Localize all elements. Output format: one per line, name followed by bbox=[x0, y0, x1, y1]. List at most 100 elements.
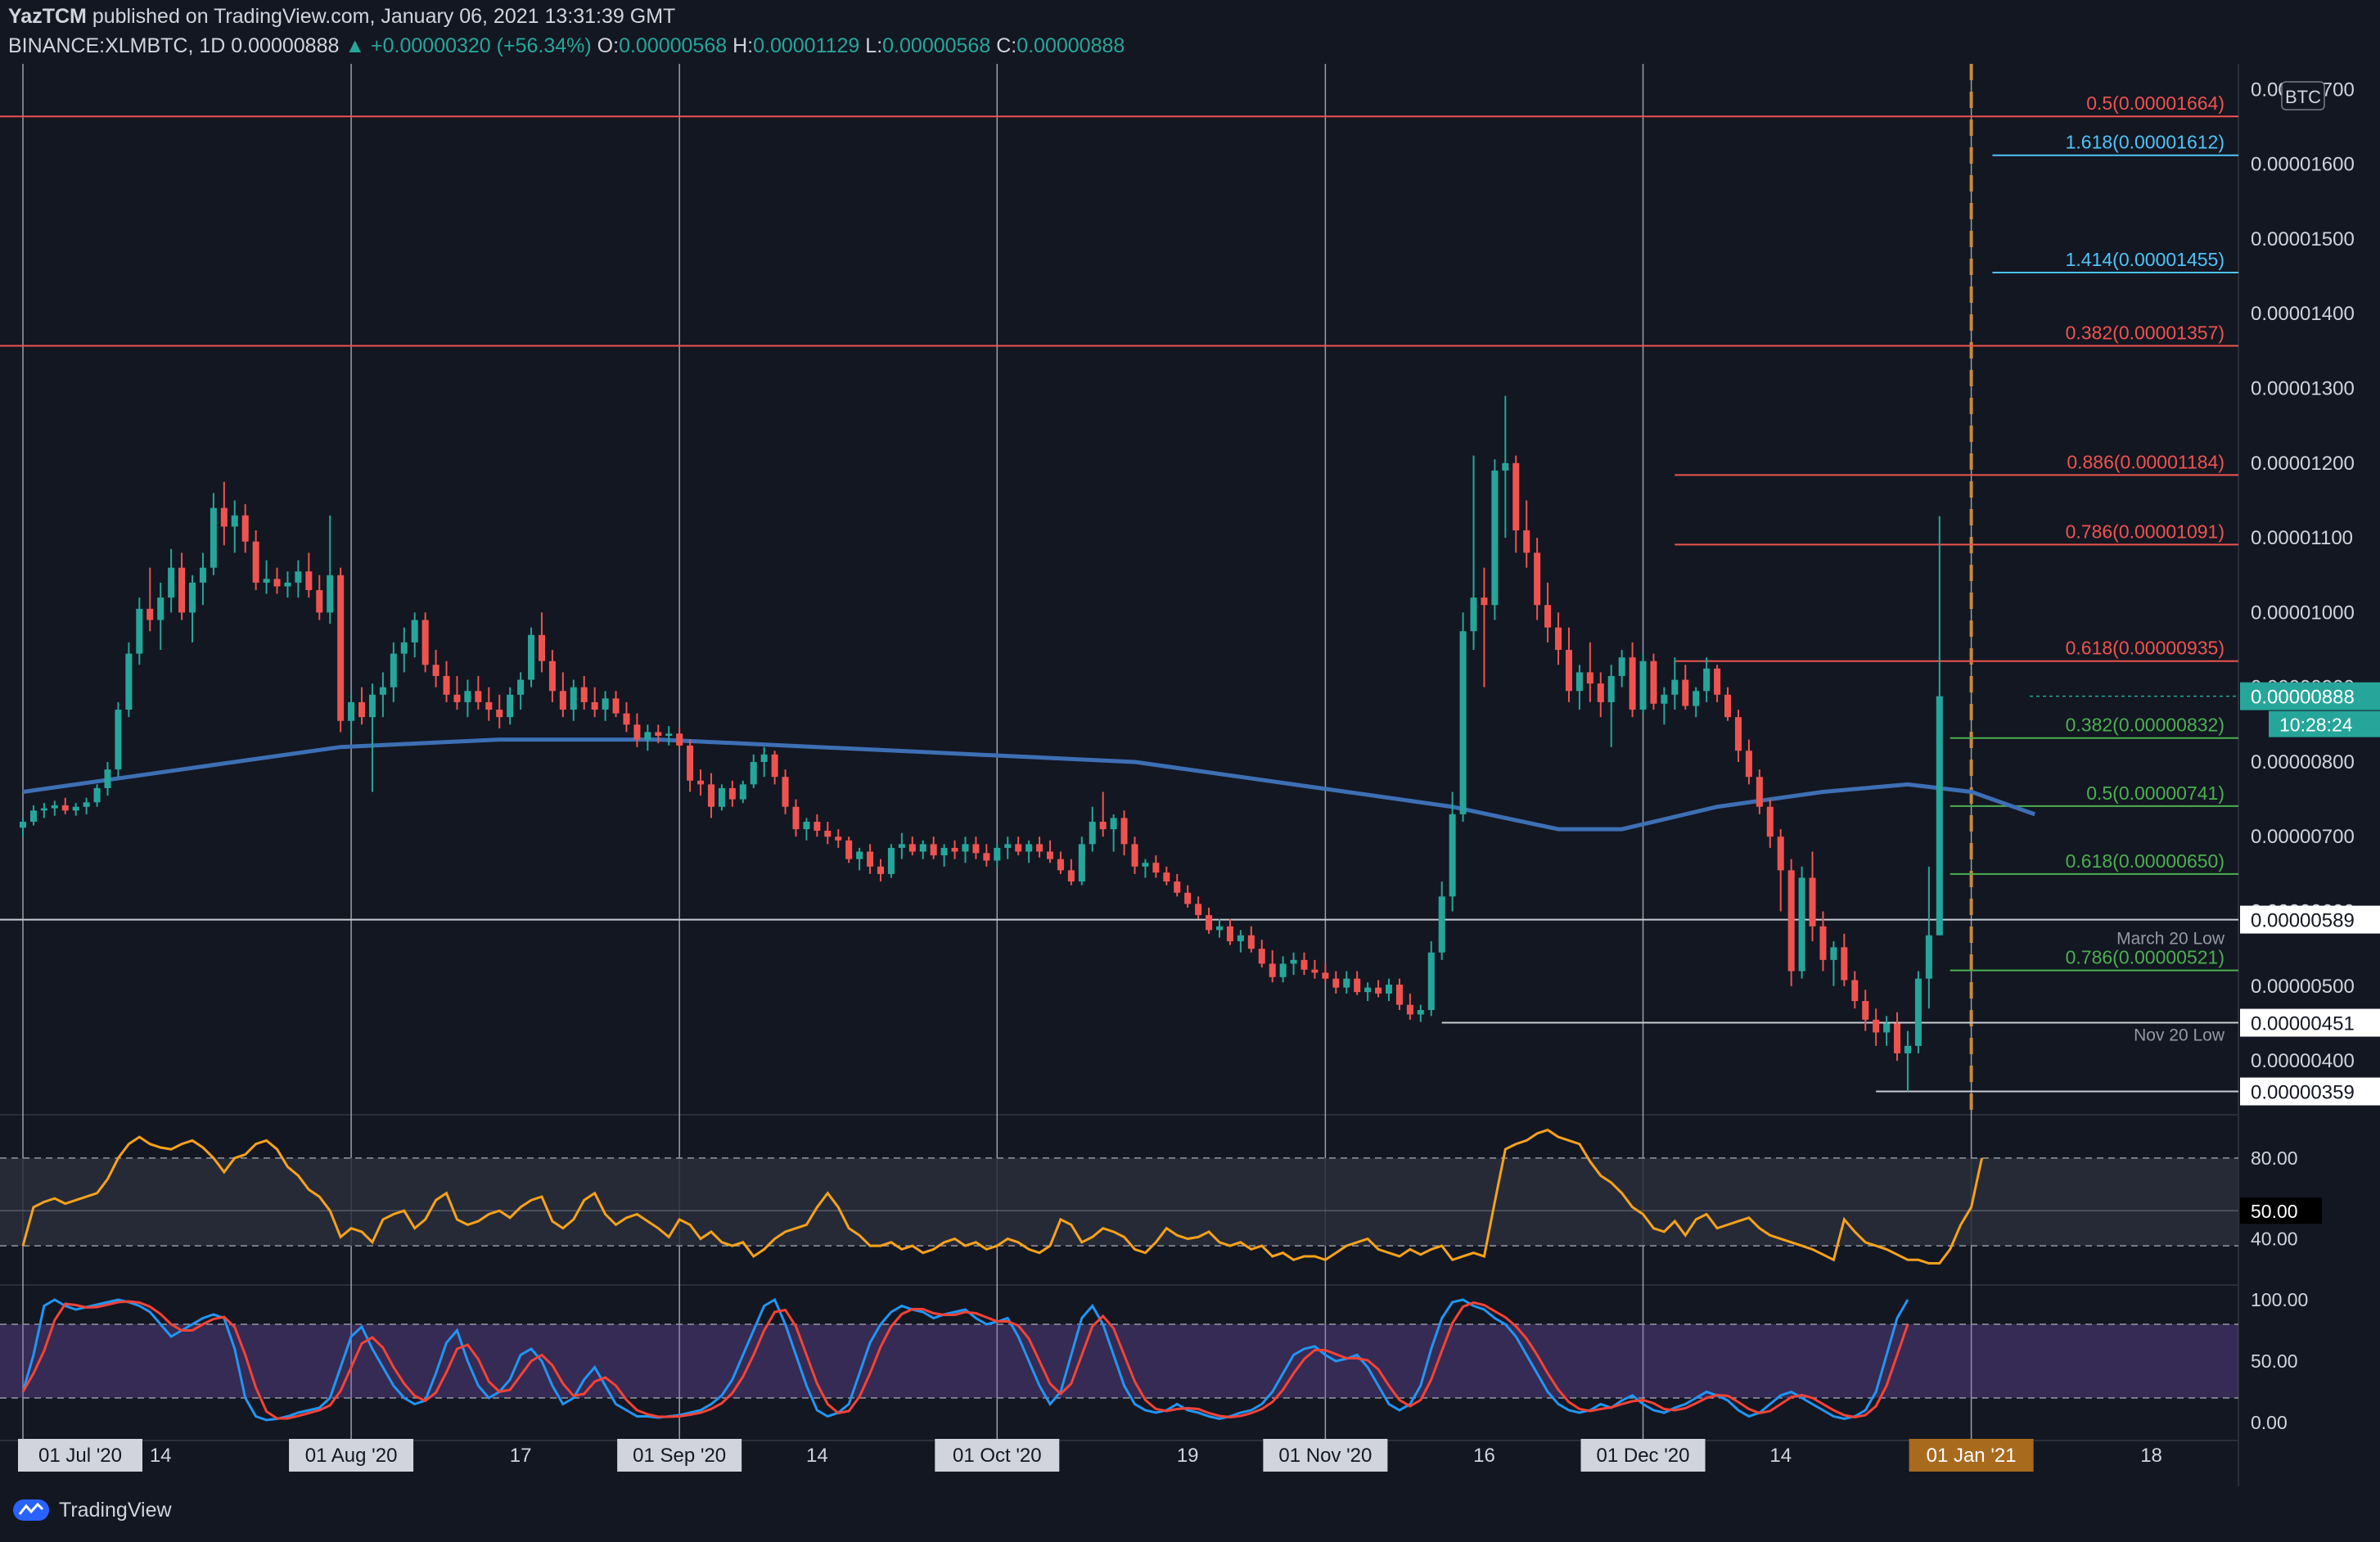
candle-body bbox=[845, 840, 853, 859]
candle-body bbox=[125, 653, 133, 710]
candle-body bbox=[962, 844, 969, 852]
candle-body bbox=[951, 847, 958, 852]
candle-body bbox=[1152, 863, 1160, 873]
candle-body bbox=[771, 754, 778, 778]
candle-body bbox=[1682, 679, 1689, 706]
fib-level-label: 0.5(0.00001664) bbox=[2086, 92, 2224, 114]
candle-body bbox=[443, 675, 450, 695]
candle-body bbox=[252, 541, 259, 583]
candle-body bbox=[1258, 949, 1265, 964]
price-tick-label: 0.00000400 bbox=[2251, 1050, 2355, 1072]
candle-body bbox=[1618, 657, 1625, 676]
candle-body bbox=[835, 836, 842, 841]
candle-body bbox=[136, 608, 143, 654]
price-tick-label: 0.00001100 bbox=[2251, 527, 2353, 549]
candle-body bbox=[898, 844, 905, 848]
time-tick-label: 01 Dec '20 bbox=[1597, 1445, 1690, 1467]
candle-body bbox=[1078, 844, 1085, 882]
price-chart[interactable]: 0.5(0.00001664) 1.618(0.00001612) 1.414(0.… bbox=[0, 0, 2380, 1486]
time-tick-label: 01 Nov '20 bbox=[1278, 1445, 1372, 1467]
candle-body bbox=[803, 821, 810, 830]
candle-body bbox=[782, 777, 789, 807]
candle-body bbox=[1894, 1023, 1901, 1053]
candle-body bbox=[633, 724, 641, 740]
candle-body bbox=[697, 780, 705, 785]
candle-body bbox=[1873, 1019, 1880, 1033]
fib-level-label: 0.5(0.00000741) bbox=[2086, 782, 2224, 804]
candle-body bbox=[1057, 859, 1064, 871]
candle-body bbox=[432, 665, 439, 676]
candle-body bbox=[1841, 947, 1848, 981]
time-tick-label: 14 bbox=[1769, 1445, 1792, 1467]
candle-body bbox=[1163, 872, 1170, 882]
candle-body bbox=[475, 691, 482, 702]
candle-body bbox=[453, 694, 461, 702]
candle-body bbox=[348, 701, 355, 721]
time-tick-label: 01 Jul '20 bbox=[38, 1445, 122, 1467]
candle-body bbox=[908, 844, 916, 852]
rsi-value-text: 50.00 bbox=[2251, 1201, 2298, 1222]
candle-body bbox=[178, 567, 186, 613]
candle-body bbox=[263, 579, 270, 583]
candle-body bbox=[1523, 530, 1530, 553]
candle-body bbox=[241, 515, 249, 542]
candle-body bbox=[602, 698, 609, 710]
candle-body bbox=[940, 847, 948, 856]
candle-body bbox=[1311, 969, 1318, 973]
candle-body bbox=[1851, 980, 1859, 1002]
candle-body bbox=[760, 754, 768, 762]
candle-body bbox=[739, 784, 746, 800]
time-tick-label: 01 Jan '21 bbox=[1927, 1445, 2017, 1467]
candle-body bbox=[368, 694, 376, 718]
candle-body bbox=[157, 597, 165, 620]
tradingview-logo[interactable]: TradingView bbox=[13, 1498, 172, 1522]
candle-body bbox=[1247, 935, 1255, 949]
candle-body bbox=[1099, 821, 1107, 830]
candle-body bbox=[273, 579, 281, 587]
candle-body bbox=[1777, 836, 1784, 871]
candle-body bbox=[1491, 470, 1499, 606]
candle-body bbox=[400, 642, 408, 654]
candle-body bbox=[994, 847, 1001, 861]
candle-body bbox=[1375, 987, 1382, 994]
time-tick-label: 01 Oct '20 bbox=[953, 1445, 1042, 1467]
stoch-tick-label: 50.00 bbox=[2251, 1350, 2298, 1372]
time-tick-label: 19 bbox=[1177, 1445, 1199, 1467]
countdown-text: 10:28:24 bbox=[2279, 715, 2353, 736]
candle-body bbox=[1237, 935, 1244, 942]
candle-body bbox=[316, 590, 323, 613]
candle-body bbox=[1914, 978, 1922, 1046]
rsi-tick-label: 80.00 bbox=[2251, 1147, 2298, 1169]
candle-body bbox=[1883, 1023, 1891, 1033]
brand-name: TradingView bbox=[59, 1498, 172, 1522]
candle-body bbox=[1830, 947, 1837, 960]
candle-body bbox=[591, 701, 598, 710]
candle-body bbox=[877, 866, 884, 874]
candle-body bbox=[231, 515, 238, 527]
candle-body bbox=[750, 761, 757, 785]
candle-body bbox=[612, 698, 620, 714]
candle-body bbox=[1142, 863, 1149, 867]
candle-body bbox=[517, 679, 525, 695]
time-tick-label: 01 Aug '20 bbox=[305, 1445, 398, 1467]
candle-body bbox=[1417, 1010, 1424, 1015]
candle-body bbox=[644, 732, 651, 740]
candle-body bbox=[40, 808, 47, 811]
time-tick-label: 16 bbox=[1473, 1445, 1495, 1467]
candle-body bbox=[1693, 691, 1700, 706]
candle-body bbox=[1534, 552, 1541, 606]
candle-body bbox=[1343, 978, 1350, 988]
candle-body bbox=[1481, 597, 1488, 606]
candle-body bbox=[1025, 844, 1033, 852]
candle-body bbox=[1555, 627, 1562, 651]
fib-level-label: 0.618(0.00000935) bbox=[2066, 638, 2224, 659]
candle-body bbox=[1427, 952, 1435, 1011]
fib-level-label: 0.886(0.00001184) bbox=[2067, 451, 2224, 472]
candle-body bbox=[930, 844, 937, 856]
candle-body bbox=[93, 787, 101, 803]
candle-body bbox=[1089, 821, 1096, 845]
candle-body bbox=[580, 687, 588, 702]
fib-level-label: 1.414(0.00001455) bbox=[2066, 249, 2224, 270]
candle-body bbox=[1354, 978, 1361, 993]
candle-body bbox=[1766, 806, 1774, 837]
